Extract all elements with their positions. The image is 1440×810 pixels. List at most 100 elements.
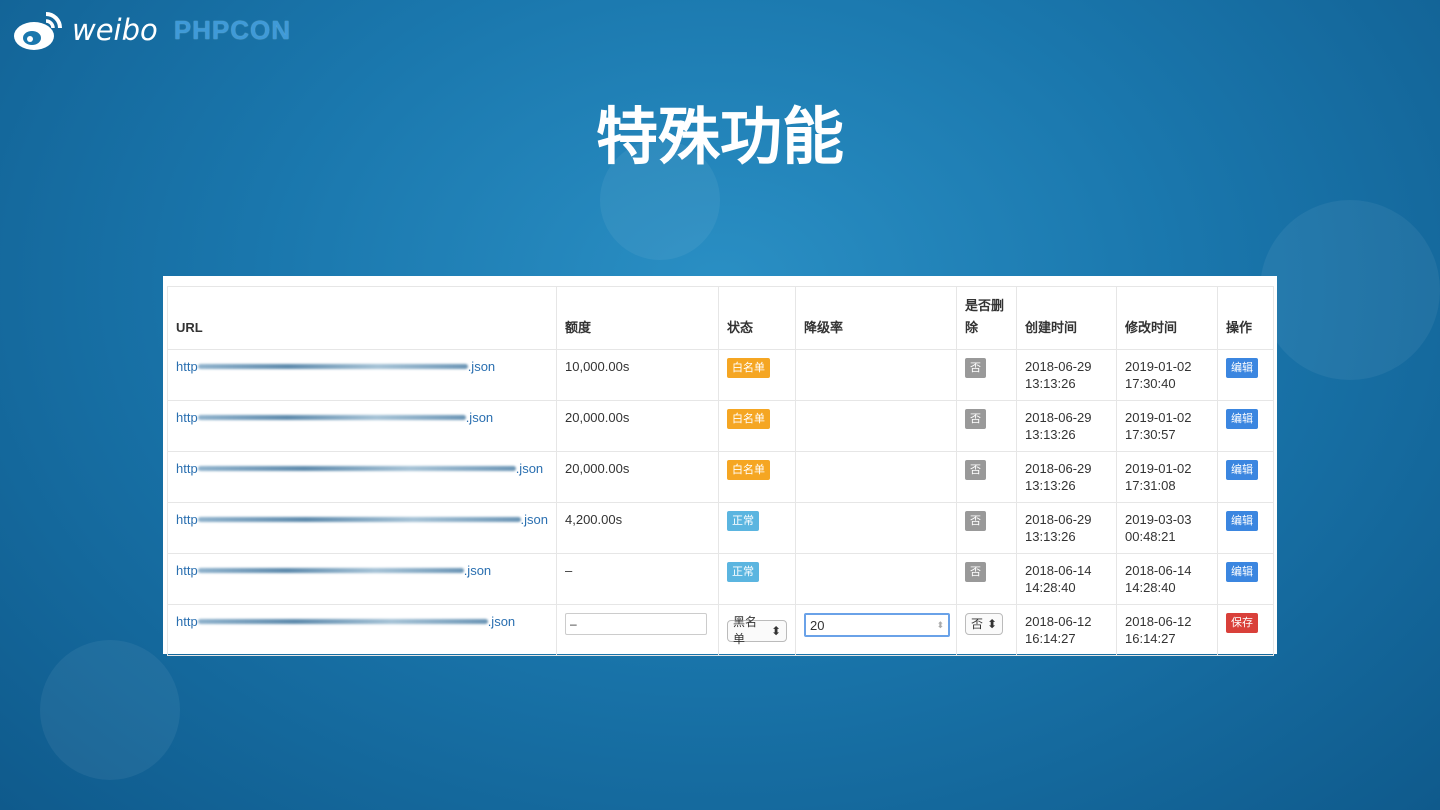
background-decoration [1260,200,1440,380]
modified-cell: 2018-06-12 16:14:27 [1116,604,1218,656]
table-row-editing: http .json – 黑名单 ⬍ 20 ⬍ 否 ⬍ 2018-06-12 16:14:… [167,604,1274,656]
created-date: 2018-06-29 [1025,410,1092,425]
table-row: http .json 4,200.00s 正常 否 2018-06-29 13:13… [167,502,1274,554]
header-action: 操作 [1217,286,1274,350]
rate-input[interactable]: 20 ⬍ [804,613,950,637]
redacted-url [197,466,516,471]
deleted-badge: 否 [965,562,986,582]
quota-cell: 20,000.00s [556,451,719,503]
deleted-select-value: 否 [971,616,984,631]
rate-cell [795,349,957,401]
rate-cell [795,451,957,503]
created-time: 16:14:27 [1025,631,1076,646]
table-header-row: URL 额度 状态 降级率 是否删除 创建时间 修改时间 操作 [167,286,1274,350]
table-row: http .json – 正常 否 2018-06-14 14:28:40 2018… [167,553,1274,605]
deleted-badge: 否 [965,409,986,429]
url-suffix: .json [463,563,492,578]
select-arrows-icon: ⬍ [770,623,781,638]
modified-time: 14:28:40 [1125,580,1176,595]
redacted-url [197,364,468,369]
header-url: URL [167,286,557,350]
modified-cell: 2019-03-03 00:48:21 [1116,502,1218,554]
url-suffix: .json [520,512,548,527]
created-cell: 2018-06-29 13:13:26 [1016,502,1117,554]
table-screenshot: URL 额度 状态 降级率 是否删除 创建时间 修改时间 操作 http .jso… [163,276,1277,656]
created-cell: 2018-06-29 13:13:26 [1016,400,1117,452]
edit-button[interactable]: 编辑 [1226,511,1258,531]
header-created: 创建时间 [1016,286,1117,350]
created-time: 13:13:26 [1025,376,1076,391]
slide-title: 特殊功能 [595,100,844,173]
modified-time: 17:30:40 [1125,376,1176,391]
url-prefix: http [176,410,198,425]
url-link[interactable]: http .json [176,511,548,528]
deleted-badge: 否 [965,358,986,378]
modified-cell: 2019-01-02 17:31:08 [1116,451,1218,503]
edit-button[interactable]: 编辑 [1226,409,1258,429]
rate-cell [795,400,957,452]
modified-date: 2019-01-02 [1125,359,1192,374]
created-time: 13:13:26 [1025,427,1076,442]
deleted-badge: 否 [965,511,986,531]
modified-time: 17:31:08 [1125,478,1176,493]
save-button[interactable]: 保存 [1226,613,1258,633]
header-status: 状态 [718,286,796,350]
table-row: http .json 20,000.00s 白名单 否 2018-06-29 13:… [167,451,1274,503]
url-suffix: .json [487,614,516,629]
redacted-url [197,568,464,573]
url-link[interactable]: http .json [176,613,548,630]
quota-cell: 20,000.00s [556,400,719,452]
created-date: 2018-06-29 [1025,359,1092,374]
deleted-select[interactable]: 否 ⬍ [965,613,1004,635]
url-prefix: http [176,359,198,374]
created-cell: 2018-06-29 13:13:26 [1016,451,1117,503]
modified-time: 00:48:21 [1125,529,1176,544]
redacted-url [197,619,488,624]
modified-date: 2018-06-12 [1125,614,1192,629]
url-prefix: http [176,461,198,476]
modified-date: 2019-01-02 [1125,461,1192,476]
created-date: 2018-06-12 [1025,614,1092,629]
status-select[interactable]: 黑名单 ⬍ [727,615,787,646]
edit-button[interactable]: 编辑 [1226,460,1258,480]
quota-cell: – [556,553,719,605]
modified-cell: 2018-06-14 14:28:40 [1116,553,1218,605]
rate-input-value: 20 [810,617,825,633]
status-badge: 白名单 [727,460,770,480]
url-link[interactable]: http .json [176,409,548,426]
url-prefix: http [176,512,198,527]
url-prefix: http [176,614,198,629]
quota-cell: 10,000.00s [556,349,719,401]
status-badge: 白名单 [727,358,770,378]
modified-date: 2019-01-02 [1125,410,1192,425]
created-date: 2018-06-29 [1025,512,1092,527]
phpcon-logo: PHPCON [173,14,292,45]
status-badge: 正常 [727,511,759,531]
quota-cell: 4,200.00s [556,502,719,554]
url-link[interactable]: http .json [176,358,548,375]
weibo-wordmark: weibo [72,13,158,47]
created-cell: 2018-06-14 14:28:40 [1016,553,1117,605]
edit-button[interactable]: 编辑 [1226,358,1258,378]
created-cell: 2018-06-29 13:13:26 [1016,349,1117,401]
url-link[interactable]: http .json [176,562,548,579]
created-date: 2018-06-29 [1025,461,1092,476]
redacted-url [197,415,466,420]
spinner-icon[interactable]: ⬍ [936,617,944,634]
modified-time: 17:30:57 [1125,427,1176,442]
rate-cell [795,502,957,554]
created-time: 14:28:40 [1025,580,1076,595]
modified-date: 2019-03-03 [1125,512,1192,527]
status-badge: 白名单 [727,409,770,429]
created-time: 13:13:26 [1025,529,1076,544]
edit-button[interactable]: 编辑 [1226,562,1258,582]
quota-input[interactable]: – [565,613,707,635]
modified-date: 2018-06-14 [1125,563,1192,578]
header-rate: 降级率 [795,286,957,350]
status-badge: 正常 [727,562,759,582]
url-suffix: .json [465,410,494,425]
created-time: 13:13:26 [1025,478,1076,493]
select-arrows-icon: ⬍ [987,616,998,631]
modified-time: 16:14:27 [1125,631,1176,646]
url-link[interactable]: http .json [176,460,548,477]
